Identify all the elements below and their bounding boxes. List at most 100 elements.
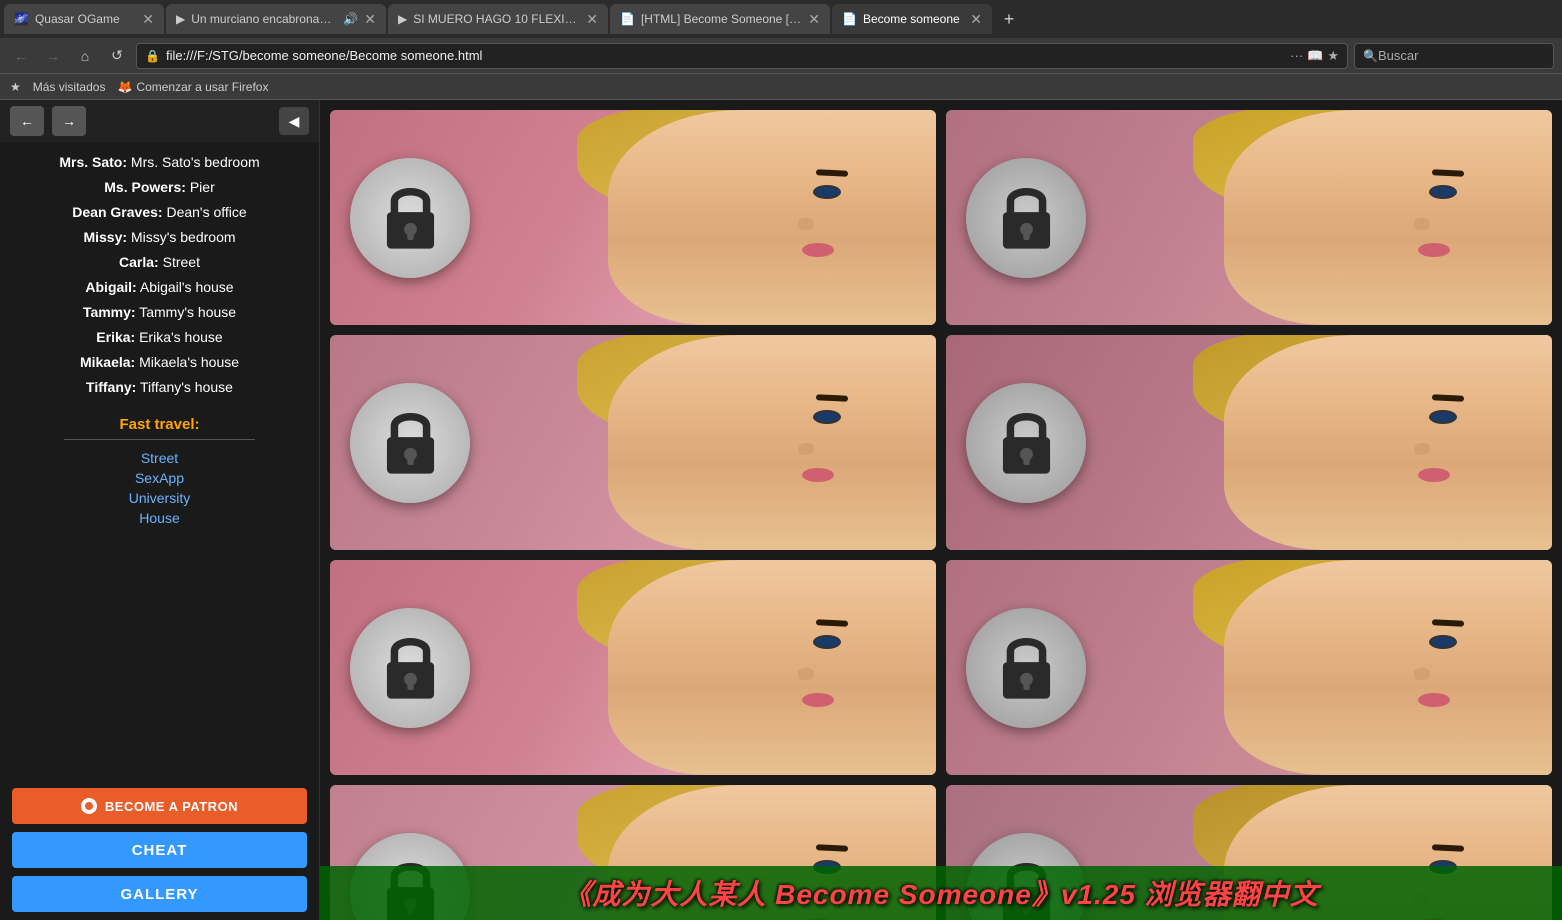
tab-close[interactable]: ✕ xyxy=(586,11,598,28)
nose-5 xyxy=(798,668,814,680)
lock-icon-2 xyxy=(994,180,1059,255)
location-item[interactable]: Ms. Powers: Pier xyxy=(0,175,319,200)
eyebrow-6 xyxy=(1432,619,1464,627)
eye-5 xyxy=(813,635,841,649)
location-name: Ms. Powers: xyxy=(104,179,186,195)
sidebar-back-button[interactable]: ← xyxy=(10,106,44,136)
fast-travel-house[interactable]: House xyxy=(0,508,319,528)
fast-travel-sexapp[interactable]: SexApp xyxy=(0,468,319,488)
sidebar-forward-button[interactable]: → xyxy=(52,106,86,136)
sidebar: ← → ◀ Mrs. Sato: Mrs. Sato's bedroom Ms.… xyxy=(0,100,320,920)
nose-2 xyxy=(1414,218,1430,230)
nose-3 xyxy=(798,443,814,455)
tab-close[interactable]: ✕ xyxy=(970,11,982,28)
location-item[interactable]: Carla: Street xyxy=(0,250,319,275)
refresh-button[interactable]: ↺ xyxy=(104,43,130,69)
tab-become-someone[interactable]: 📄 Become someone ✕ xyxy=(832,4,992,34)
location-name: Tiffany: xyxy=(86,379,136,395)
tab-label: Un murciano encabronao el... xyxy=(191,12,337,26)
tab-quasar[interactable]: 🌌 Quasar OGame ✕ xyxy=(4,4,164,34)
address-more-icon[interactable]: ··· xyxy=(1290,48,1303,63)
partial-face-4 xyxy=(1224,335,1552,550)
game-card-1[interactable] xyxy=(330,110,936,325)
location-place: Street xyxy=(163,254,200,270)
lips-3 xyxy=(802,468,834,482)
tab-close[interactable]: ✕ xyxy=(808,11,820,28)
location-item[interactable]: Erika: Erika's house xyxy=(0,325,319,350)
tab-close[interactable]: ✕ xyxy=(364,11,376,28)
game-card-3[interactable] xyxy=(330,335,936,550)
lock-circle-5 xyxy=(350,608,470,728)
location-place: Erika's house xyxy=(139,329,223,345)
eye-1 xyxy=(813,185,841,199)
game-card-2[interactable] xyxy=(946,110,1552,325)
location-item[interactable]: Mrs. Sato: Mrs. Sato's bedroom xyxy=(0,150,319,175)
eye-4 xyxy=(1429,410,1457,424)
back-button[interactable]: ← xyxy=(8,43,34,69)
nose-4 xyxy=(1414,443,1430,455)
fast-travel-street[interactable]: Street xyxy=(0,448,319,468)
patron-label: BECOME A PATRON xyxy=(105,799,238,814)
game-card-6[interactable] xyxy=(946,560,1552,775)
location-item[interactable]: Missy: Missy's bedroom xyxy=(0,225,319,250)
browser-chrome: 🌌 Quasar OGame ✕ ▶ Un murciano encabrona… xyxy=(0,0,1562,100)
bookmarks-star-icon: ★ xyxy=(10,80,21,94)
cheat-button[interactable]: CHEAT xyxy=(12,832,307,868)
overlay-banner: 《成为大人某人 Become Someone》v1.25 浏览器翻中文 xyxy=(320,866,1562,920)
tab-murciano[interactable]: ▶ Un murciano encabronao el... 🔊 ✕ xyxy=(166,4,386,34)
new-tab-button[interactable]: + xyxy=(994,4,1024,34)
address-bookmark-icon[interactable]: ★ xyxy=(1327,48,1339,64)
address-bar[interactable]: 🔒 file:///F:/STG/become someone/Become s… xyxy=(136,43,1348,69)
lips-6 xyxy=(1418,693,1450,707)
address-lock-icon: 🔒 xyxy=(145,49,160,63)
overlay-text: 《成为大人某人 Become Someone》v1.25 浏览器翻中文 xyxy=(563,873,1318,913)
eye-3 xyxy=(813,410,841,424)
address-reading-icon[interactable]: 📖 xyxy=(1307,48,1323,64)
tab-volume-icon: 🔊 xyxy=(343,12,358,26)
fast-travel-university[interactable]: University xyxy=(0,488,319,508)
tab-favicon: 📄 xyxy=(620,12,635,26)
location-name: Dean Graves: xyxy=(72,204,162,220)
location-name: Carla: xyxy=(119,254,159,270)
sidebar-nav-bar: ← → ◀ xyxy=(0,100,319,142)
location-item[interactable]: Mikaela: Mikaela's house xyxy=(0,350,319,375)
game-area xyxy=(320,100,1562,920)
tab-label: Quasar OGame xyxy=(35,12,136,26)
lips-1 xyxy=(802,243,834,257)
sidebar-buttons: BECOME A PATRON CHEAT GALLERY xyxy=(0,780,319,920)
game-card-5[interactable] xyxy=(330,560,936,775)
location-name: Mrs. Sato: xyxy=(59,154,127,170)
become-patron-button[interactable]: BECOME A PATRON xyxy=(12,788,307,824)
home-button[interactable]: ⌂ xyxy=(72,43,98,69)
search-icon: 🔍 xyxy=(1363,49,1378,63)
location-place: Mrs. Sato's bedroom xyxy=(131,154,260,170)
tab-html-become[interactable]: 📄 [HTML] Become Someone [v0... ✕ xyxy=(610,4,830,34)
nav-bar: ← → ⌂ ↺ 🔒 file:///F:/STG/become someone/… xyxy=(0,38,1562,74)
lock-circle-4 xyxy=(966,383,1086,503)
lock-icon-5 xyxy=(378,630,443,705)
search-bar[interactable]: 🔍 Buscar xyxy=(1354,43,1554,69)
location-item[interactable]: Tammy: Tammy's house xyxy=(0,300,319,325)
eyebrow-8 xyxy=(1432,844,1464,852)
bookmark-firefox[interactable]: 🦊 Comenzar a usar Firefox xyxy=(117,80,268,94)
patron-dot xyxy=(85,802,93,810)
location-name: Erika: xyxy=(96,329,135,345)
tab-simuero[interactable]: ▶ SI MUERO HAGO 10 FLEXIONE... ✕ xyxy=(388,4,608,34)
lock-circle-6 xyxy=(966,608,1086,728)
tab-close[interactable]: ✕ xyxy=(142,11,154,28)
eyebrow-3 xyxy=(816,394,848,402)
partial-face-2 xyxy=(1224,110,1552,325)
bookmark-mas-visitados[interactable]: Más visitados xyxy=(33,80,106,94)
location-item[interactable]: Dean Graves: Dean's office xyxy=(0,200,319,225)
lips-2 xyxy=(1418,243,1450,257)
fast-travel-divider xyxy=(64,439,255,440)
game-card-4[interactable] xyxy=(946,335,1552,550)
location-item[interactable]: Tiffany: Tiffany's house xyxy=(0,375,319,400)
sidebar-collapse-button[interactable]: ◀ xyxy=(279,107,309,135)
gallery-button[interactable]: GALLERY xyxy=(12,876,307,912)
nose-6 xyxy=(1414,668,1430,680)
tab-label: SI MUERO HAGO 10 FLEXIONE... xyxy=(413,12,580,26)
forward-button[interactable]: → xyxy=(40,43,66,69)
location-item[interactable]: Abigail: Abigail's house xyxy=(0,275,319,300)
partial-face-5 xyxy=(608,560,936,775)
